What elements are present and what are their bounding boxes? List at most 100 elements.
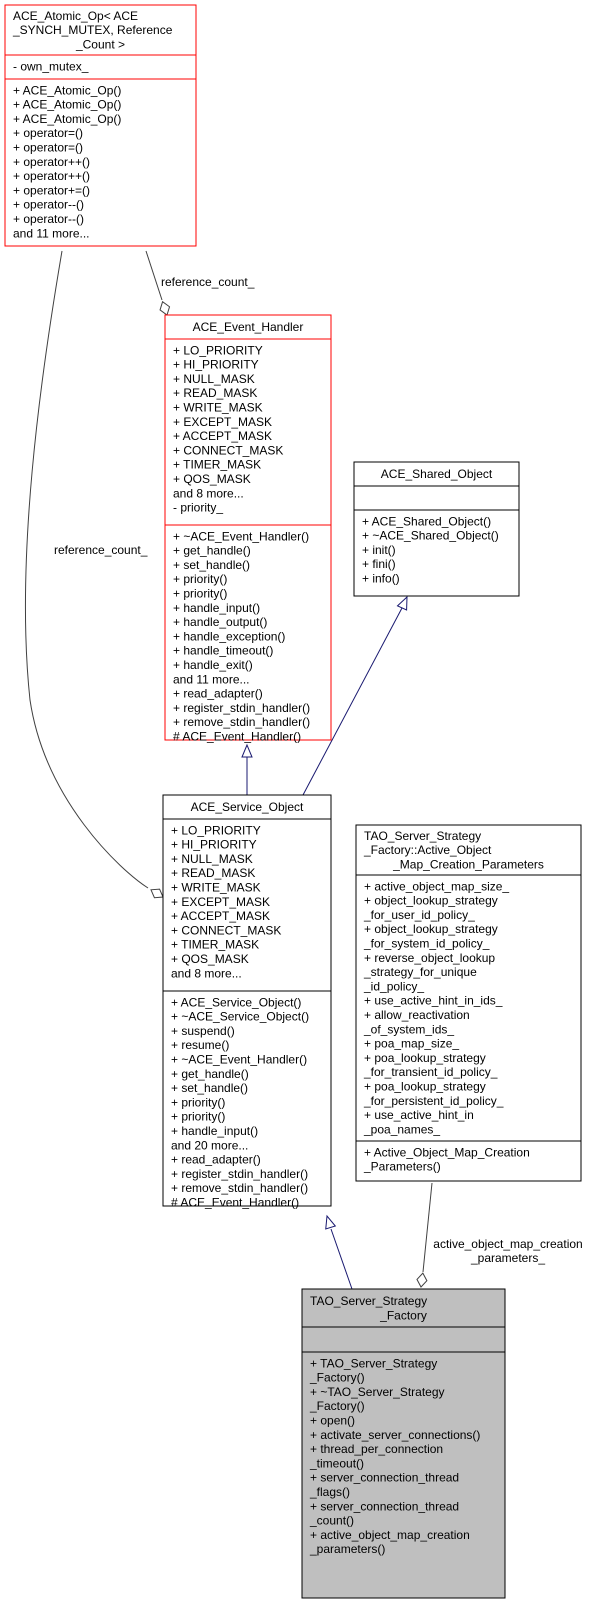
- class-attribute: + LO_PRIORITY: [173, 343, 263, 357]
- nodes: ACE_Atomic_Op< ACE_SYNCH_MUTEX, Referenc…: [4, 4, 582, 1599]
- class-attribute: + object_lookup_strategy: [364, 894, 498, 908]
- class-method: + get_handle(): [173, 544, 251, 558]
- edge-atomic-to-service-object: [24, 250, 149, 889]
- class-attribute: + EXCEPT_MASK: [171, 895, 270, 909]
- class-title: ACE_Service_Object: [191, 800, 304, 814]
- class-method: + set_handle(): [171, 1081, 248, 1095]
- class-method: + ~ACE_Service_Object(): [171, 1010, 309, 1024]
- class-title: _SYNCH_MUTEX, Reference: [12, 23, 173, 37]
- class-attribute: + reverse_object_lookup: [364, 951, 495, 965]
- class-method: + ~ACE_Event_Handler(): [173, 529, 309, 543]
- class-method: + operator+=(): [13, 183, 90, 197]
- class-title: _Count >: [75, 37, 125, 51]
- class-method: + remove_stdin_handler(): [171, 1181, 308, 1195]
- class-method: + priority(): [173, 572, 227, 586]
- class-attribute: _id_policy_: [363, 979, 424, 993]
- class-title: ACE_Event_Handler: [193, 320, 304, 334]
- class-method: + operator=(): [13, 141, 83, 155]
- class-method: # ACE_Event_Handler(): [171, 1196, 299, 1210]
- class-node-event-handler[interactable]: ACE_Event_Handler + LO_PRIORITY+ HI_PRIOR…: [164, 314, 332, 744]
- class-attribute: + WRITE_MASK: [171, 881, 261, 895]
- edge-label: active_object_map_creation: [433, 1237, 582, 1251]
- edge-label: reference_count_: [161, 275, 255, 289]
- class-node-shared-object[interactable]: ACE_Shared_Object + ACE_Shared_Object() + …: [353, 461, 520, 597]
- class-title: _Map_Creation_Parameters: [392, 857, 544, 871]
- edge-label: reference_count_: [54, 543, 148, 557]
- class-method: + ACE_Atomic_Op(): [13, 112, 121, 126]
- class-method: + set_handle(): [173, 558, 250, 572]
- class-attribute: + QOS_MASK: [171, 952, 249, 966]
- edge-atomic-to-event-handler: [145, 250, 163, 301]
- inheritance-arrow-icon: [325, 1214, 337, 1230]
- class-title: _Factory: [379, 1308, 427, 1322]
- class-attribute: + CONNECT_MASK: [173, 443, 283, 457]
- class-node-map-params[interactable]: TAO_Server_Strategy_Factory::Active_Obje…: [355, 824, 582, 1182]
- class-method: + operator--(): [13, 198, 84, 212]
- class-method: _flags(): [309, 1485, 350, 1499]
- class-method: + handle_exception(): [173, 629, 285, 643]
- class-attribute: + TIMER_MASK: [173, 458, 261, 472]
- class-attribute: + ACCEPT_MASK: [173, 429, 272, 443]
- edge-factory-inherits-service-object: [330, 1228, 353, 1290]
- class-attribute: _poa_names_: [363, 1122, 440, 1136]
- class-method: + server_connection_thread: [310, 1499, 459, 1513]
- class-method: + ~TAO_Server_Strategy: [310, 1385, 445, 1399]
- class-method: + operator++(): [13, 169, 90, 183]
- class-attribute: + WRITE_MASK: [173, 401, 263, 415]
- class-method: + read_adapter(): [171, 1153, 261, 1167]
- class-method: + activate_server_connections(): [310, 1428, 480, 1442]
- class-method: + init(): [362, 543, 396, 557]
- class-diagram: ACE_Atomic_Op< ACE_SYNCH_MUTEX, Referenc…: [4, 4, 583, 1599]
- inheritance-arrow-icon: [241, 743, 253, 758]
- class-attribute: + TIMER_MASK: [171, 938, 259, 952]
- class-method: + priority(): [171, 1110, 225, 1124]
- class-method: + handle_output(): [173, 615, 267, 629]
- class-method: + Active_Object_Map_Creation: [364, 1145, 530, 1159]
- class-attribute: + EXCEPT_MASK: [173, 415, 272, 429]
- class-method: _count(): [309, 1514, 354, 1528]
- class-title: ACE_Atomic_Op< ACE: [13, 9, 138, 23]
- edge-params-to-factory: [422, 1182, 433, 1273]
- class-method: _Factory(): [309, 1399, 365, 1413]
- class-method: + suspend(): [171, 1024, 235, 1038]
- class-attribute: _for_user_id_policy_: [363, 908, 475, 922]
- class-method: + register_stdin_handler(): [173, 701, 310, 715]
- class-method: + server_connection_thread: [310, 1471, 459, 1485]
- class-method: + ACE_Shared_Object(): [362, 514, 491, 528]
- class-attribute: + LO_PRIORITY: [171, 823, 261, 837]
- class-method: _parameters(): [309, 1542, 385, 1556]
- class-attribute: + use_active_hint_in_ids_: [364, 994, 503, 1008]
- edge-label: _parameters_: [470, 1251, 545, 1265]
- class-method: + ~ACE_Event_Handler(): [171, 1053, 307, 1067]
- aggregation-diamond-icon: [159, 300, 171, 316]
- class-node-strategy-factory[interactable]: TAO_Server_Strategy_Factory + TAO_Server_…: [301, 1288, 506, 1599]
- class-node-service-object[interactable]: ACE_Service_Object + LO_PRIORITY+ HI_PRIO…: [162, 794, 332, 1210]
- class-attribute: + poa_map_size_: [364, 1037, 459, 1051]
- class-attribute: + NULL_MASK: [173, 372, 255, 386]
- class-method: + ACE_Service_Object(): [171, 995, 301, 1009]
- class-attribute: and 8 more...: [173, 486, 244, 500]
- class-method: _timeout(): [309, 1456, 364, 1470]
- class-method: + register_stdin_handler(): [171, 1167, 308, 1181]
- class-method: + ACE_Atomic_Op(): [13, 83, 121, 97]
- class-method: + handle_timeout(): [173, 644, 273, 658]
- class-attribute: and 8 more...: [171, 966, 242, 980]
- class-method: and 20 more...: [171, 1138, 248, 1152]
- inheritance-arrow-icon: [396, 595, 408, 611]
- class-method: + ACE_Atomic_Op(): [13, 98, 121, 112]
- class-method: + read_adapter(): [173, 687, 263, 701]
- class-method: + operator=(): [13, 126, 83, 140]
- class-attribute: + use_active_hint_in: [364, 1108, 474, 1122]
- class-attribute: _of_system_ids_: [363, 1022, 454, 1036]
- class-method: + handle_input(): [171, 1124, 258, 1138]
- class-attribute: + active_object_map_size_: [364, 879, 509, 893]
- class-attribute: _strategy_for_unique: [363, 965, 477, 979]
- class-method: + operator--(): [13, 212, 84, 226]
- class-attribute: + HI_PRIORITY: [173, 358, 259, 372]
- class-node-atomic-op[interactable]: ACE_Atomic_Op< ACE_SYNCH_MUTEX, Referenc…: [4, 4, 197, 247]
- class-attribute: + object_lookup_strategy: [364, 922, 498, 936]
- class-method: + thread_per_connection: [310, 1442, 443, 1456]
- class-title: ACE_Shared_Object: [381, 467, 493, 481]
- class-method: + handle_input(): [173, 601, 260, 615]
- class-attribute: + HI_PRIORITY: [171, 838, 257, 852]
